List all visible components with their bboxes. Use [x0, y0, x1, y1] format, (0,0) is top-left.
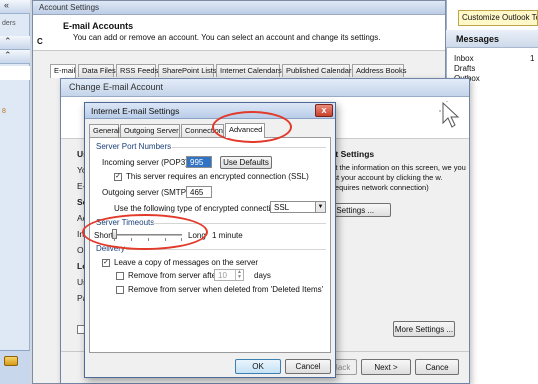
group-divider [172, 147, 326, 148]
slider-tick [114, 238, 115, 241]
tab-sharepoint-lists[interactable]: SharePoint Lists [158, 64, 217, 77]
ssl-checkbox[interactable] [114, 173, 122, 181]
days-label: days [254, 271, 271, 280]
nav-strip[interactable]: ⌃ [0, 50, 30, 64]
timeout-long-label: Long [188, 231, 206, 240]
cut-label: C [37, 37, 43, 46]
slider-tick [181, 238, 182, 241]
tab-address-books[interactable]: Address Books [352, 64, 406, 77]
outgoing-server-label: Outgoing server (SMTP): [102, 188, 191, 197]
tab-email[interactable]: E-mail [50, 64, 76, 78]
change-account-titlebar: Change E-mail Account [61, 79, 469, 97]
remove-after-label: Remove from server after [128, 271, 219, 280]
tab-connection[interactable]: Connection [181, 124, 224, 137]
group-divider [152, 223, 326, 224]
leave-copy-label: Leave a copy of messages on the server [114, 258, 259, 267]
account-settings-titlebar: Account Settings [33, 1, 445, 15]
dialog-titlebar: Internet E-mail Settings [85, 103, 335, 119]
spin-arrows-icon: ▲ ▼ [235, 270, 243, 280]
folder-item[interactable] [0, 66, 30, 80]
slider-tick [131, 238, 132, 241]
ok-button[interactable]: OK [235, 359, 281, 374]
folder-count-fragment: 8 [2, 108, 6, 115]
delivery-group: Delivery [96, 244, 125, 253]
slider-tick [165, 238, 166, 241]
remove-after-checkbox[interactable] [116, 272, 124, 280]
timeout-slider-track[interactable] [114, 234, 182, 236]
chevron-icon: « [4, 0, 10, 10]
dialog-cancel-button[interactable]: Cancel [285, 359, 331, 374]
cursor-icon [439, 101, 460, 128]
chevron-down-icon: ▼ [315, 202, 325, 212]
messages-drafts-link[interactable]: Drafts [454, 64, 475, 73]
internet-email-settings-dialog: Internet E-mail Settings x General Outgo… [84, 102, 336, 378]
group-divider [126, 249, 326, 250]
nav-strip[interactable]: ⌃ [0, 36, 30, 50]
more-settings-button[interactable]: More Settings ... [393, 321, 455, 337]
close-icon[interactable]: x [315, 104, 333, 117]
email-accounts-description: You can add or remove an account. You ca… [73, 33, 381, 42]
tab-data-files[interactable]: Data Files [78, 64, 116, 77]
ssl-checkbox-label: This server requires an encrypted connec… [126, 172, 309, 181]
use-defaults-button[interactable]: Use Defaults [220, 156, 272, 169]
advanced-tab-panel: Server Port Numbers Incoming server (POP… [89, 137, 331, 353]
messages-inbox-link[interactable]: Inbox [454, 54, 474, 63]
encryption-type-select[interactable]: SSL ▼ [270, 201, 326, 213]
customize-outlook-today-button[interactable]: Customize Outlook Today [458, 10, 538, 26]
outgoing-port-input[interactable]: 465 [186, 186, 212, 198]
tab-general[interactable]: General [89, 124, 120, 137]
remove-days-stepper: 10 ▲ ▼ [214, 269, 244, 281]
server-port-numbers-group: Server Port Numbers [96, 142, 172, 151]
email-accounts-heading: E-mail Accounts [63, 21, 134, 31]
tab-rss-feeds[interactable]: RSS Feeds [116, 64, 158, 77]
next-button[interactable]: Next > [361, 359, 411, 375]
cancel-button[interactable]: Cance [415, 359, 459, 375]
encryption-type-value: SSL [274, 203, 290, 212]
slider-tick [148, 238, 149, 241]
outlook-navigation-pane: « ⌃ ⌃ ders 8 [0, 0, 30, 384]
tab-advanced[interactable]: Advanced [225, 123, 265, 138]
remove-when-deleted-checkbox[interactable] [116, 286, 124, 294]
test-account-settings-text: out the information on this screen, we y… [327, 163, 466, 192]
incoming-port-input[interactable]: 995 [186, 156, 212, 168]
server-timeouts-group: Server Timeouts [96, 218, 155, 227]
tab-outgoing-server[interactable]: Outgoing Server [120, 124, 180, 137]
remove-days-value: 10 [218, 271, 227, 280]
chevron-icon: ⌃ [4, 36, 12, 46]
folder-label-fragment: ders [2, 20, 16, 27]
leave-copy-checkbox[interactable] [102, 259, 110, 267]
remove-when-deleted-label: Remove from server when deleted from 'De… [128, 285, 324, 294]
incoming-server-label: Incoming server (POP3): [102, 158, 191, 167]
nav-strip[interactable]: « [0, 0, 30, 14]
account-settings-header: E-mail Accounts You can add or remove an… [33, 15, 445, 51]
inbox-count: 1 [530, 54, 535, 63]
tab-internet-calendars[interactable]: Internet Calendars [216, 64, 282, 77]
folder-icon[interactable] [4, 356, 18, 366]
tab-published-calendars[interactable]: Published Calendars [282, 64, 355, 77]
chevron-icon: ⌃ [4, 50, 12, 60]
encryption-type-label: Use the following type of encrypted conn… [114, 204, 282, 213]
timeout-value-label: 1 minute [212, 231, 243, 240]
messages-heading: Messages [446, 30, 538, 48]
timeout-short-label: Short [94, 231, 114, 240]
